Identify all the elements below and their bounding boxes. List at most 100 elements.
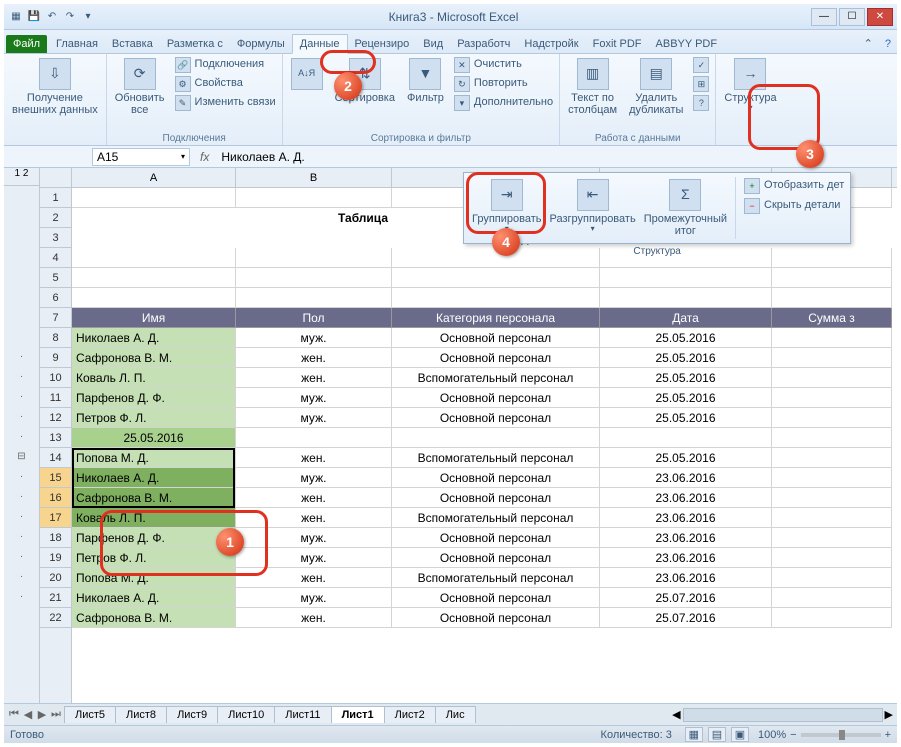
text-to-columns-button[interactable]: ▥ Текст по столбцам: [564, 56, 621, 118]
subtotal-icon: Σ: [669, 179, 701, 211]
filter-icon: ▼: [409, 58, 441, 90]
view-layout-icon[interactable]: ▤: [708, 727, 726, 742]
hide-detail-button[interactable]: −Скрыть детали: [742, 197, 846, 215]
formula-input[interactable]: Николаев А. Д.: [217, 150, 897, 164]
structure-button[interactable]: → Структура ▾: [720, 56, 780, 115]
tab-abbyy[interactable]: ABBYY PDF: [649, 35, 725, 53]
group-icon: ⇥: [491, 179, 523, 211]
sort-az-button[interactable]: A↓Я: [287, 56, 327, 94]
ribbon: ⇩ Получение внешних данных ⟳ Обновить вс…: [4, 54, 897, 146]
show-detail-button[interactable]: +Отобразить дет: [742, 177, 846, 195]
redo-icon[interactable]: ↷: [62, 9, 78, 25]
get-external-data-button[interactable]: ⇩ Получение внешних данных: [8, 56, 102, 118]
horizontal-scrollbar[interactable]: [683, 708, 883, 722]
sheet-nav-last-icon[interactable]: ⏭: [50, 708, 62, 721]
chevron-down-icon[interactable]: ▾: [181, 152, 185, 161]
properties-button[interactable]: ⚙Свойства: [173, 75, 278, 93]
refresh-icon: ⟳: [124, 58, 156, 90]
properties-icon: ⚙: [175, 76, 191, 92]
tab-home[interactable]: Главная: [49, 35, 105, 53]
tab-addins[interactable]: Надстройк: [517, 35, 585, 53]
edit-links-button[interactable]: ✎Изменить связи: [173, 94, 278, 112]
zoom-level[interactable]: 100%: [758, 729, 786, 741]
tab-foxit[interactable]: Foxit PDF: [586, 35, 649, 53]
badge-2: 2: [334, 72, 362, 100]
badge-3: 3: [796, 140, 824, 168]
window-title: Книга3 - Microsoft Excel: [96, 10, 811, 24]
minus-icon: −: [744, 198, 760, 214]
group-label-sort: Сортировка и фильтр: [287, 132, 556, 145]
chevron-down-icon: ▾: [748, 104, 752, 113]
close-button[interactable]: ✕: [867, 8, 893, 26]
sheet-tab[interactable]: Лист9: [166, 706, 218, 723]
view-pagebreak-icon[interactable]: ▣: [731, 727, 749, 742]
undo-icon[interactable]: ↶: [44, 9, 60, 25]
sheet-nav-next-icon[interactable]: ▶: [36, 708, 48, 721]
qat-more-icon[interactable]: ▾: [80, 9, 96, 25]
external-data-icon: ⇩: [39, 58, 71, 90]
reapply-button[interactable]: ↻Повторить: [452, 75, 555, 93]
view-normal-icon[interactable]: ▦: [685, 727, 703, 742]
hscroll-right-icon[interactable]: ▶: [885, 708, 893, 721]
ungroup-button[interactable]: ⇤ Разгруппировать ▾: [546, 177, 640, 239]
row-numbers[interactable]: 12345678910111213141516171819202122: [40, 168, 72, 703]
tab-layout[interactable]: Разметка с: [160, 35, 230, 53]
sheet-nav-prev-icon[interactable]: ◀: [22, 708, 34, 721]
consolidate-button[interactable]: ⊞: [691, 75, 711, 93]
outline-column[interactable]: 1 2 ·····⊟·······: [4, 168, 40, 703]
help-icon[interactable]: ?: [879, 35, 897, 53]
sheet-tabs: ⏮ ◀ ▶ ⏭ Лист5Лист8Лист9Лист10Лист11Лист1…: [4, 703, 897, 725]
sheet-tab[interactable]: Лист1: [331, 706, 385, 723]
subtotal-button[interactable]: Σ Промежуточный итог: [640, 177, 731, 239]
minimize-button[interactable]: —: [811, 8, 837, 26]
sheet-tab[interactable]: Лист11: [274, 706, 331, 723]
validation-icon: ✓: [693, 57, 709, 73]
sheet-tab[interactable]: Лис: [435, 706, 476, 723]
sheet-tab[interactable]: Лист8: [115, 706, 167, 723]
ungroup-icon: ⇤: [577, 179, 609, 211]
quick-access-toolbar: ▦ 💾 ↶ ↷ ▾: [8, 9, 96, 25]
clear-filter-button[interactable]: ✕Очистить: [452, 56, 555, 74]
reapply-icon: ↻: [454, 76, 470, 92]
zoom-slider[interactable]: [801, 733, 881, 737]
tab-view[interactable]: Вид: [416, 35, 450, 53]
fx-icon[interactable]: fx: [192, 150, 217, 164]
tab-formulas[interactable]: Формулы: [230, 35, 292, 53]
dup-icon: ▤: [640, 58, 672, 90]
clear-icon: ✕: [454, 57, 470, 73]
group-label-tools: Работа с данными: [564, 132, 711, 145]
ribbon-minimize-icon[interactable]: ⌃: [858, 34, 879, 53]
data-validation-button[interactable]: ✓: [691, 56, 711, 74]
name-box[interactable]: A15▾: [92, 148, 190, 166]
save-icon[interactable]: 💾: [26, 9, 42, 25]
structure-icon: →: [734, 58, 766, 90]
structure-dropdown: ⇥ Группировать ▾ ⇤ Разгруппировать ▾ Σ П…: [463, 172, 851, 244]
tab-insert[interactable]: Вставка: [105, 35, 160, 53]
badge-1: 1: [216, 528, 244, 556]
remove-duplicates-button[interactable]: ▤ Удалить дубликаты: [625, 56, 687, 118]
refresh-all-button[interactable]: ⟳ Обновить все: [111, 56, 169, 118]
sheet-nav-first-icon[interactable]: ⏮: [8, 708, 20, 721]
consolidate-icon: ⊞: [693, 76, 709, 92]
tab-review[interactable]: Рецензиро: [348, 35, 417, 53]
tab-file[interactable]: Файл: [6, 35, 47, 53]
edit-links-icon: ✎: [175, 95, 191, 111]
tab-developer[interactable]: Разработч: [450, 35, 517, 53]
connections-button[interactable]: 🔗Подключения: [173, 56, 278, 74]
filter-button[interactable]: ▼ Фильтр: [403, 56, 448, 106]
whatif-button[interactable]: ?: [691, 94, 711, 112]
link-icon: 🔗: [175, 57, 191, 73]
chevron-down-icon: ▾: [591, 225, 595, 234]
advanced-filter-button[interactable]: ▾Дополнительно: [452, 94, 555, 112]
zoom-in-icon[interactable]: +: [885, 729, 891, 741]
plus-icon: +: [744, 178, 760, 194]
outline-group-label: Структура: [464, 246, 850, 257]
sheet-tab[interactable]: Лист10: [217, 706, 275, 723]
zoom-out-icon[interactable]: −: [790, 729, 796, 741]
sheet-tab[interactable]: Лист5: [64, 706, 116, 723]
sheet-tab[interactable]: Лист2: [384, 706, 436, 723]
hscroll-left-icon[interactable]: ◀: [672, 708, 680, 721]
tab-data[interactable]: Данные: [292, 34, 348, 54]
sort-az-icon: A↓Я: [291, 58, 323, 90]
maximize-button[interactable]: ☐: [839, 8, 865, 26]
